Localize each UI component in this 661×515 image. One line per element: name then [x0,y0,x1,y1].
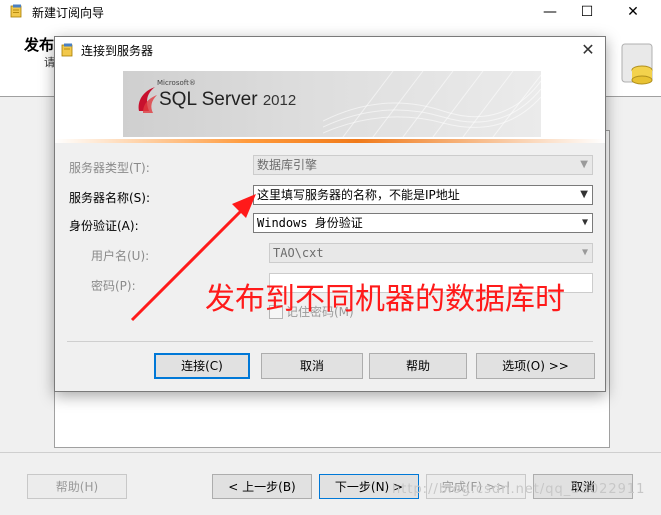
database-icon [621,43,653,85]
close-icon[interactable]: ✕ [611,0,655,24]
annotation-text: 发布到不同机器的数据库时 [205,282,565,317]
dialog-help-button[interactable]: 帮助 [369,353,467,379]
banner-graphic: Microsoft® SQL Server 2012 [123,71,541,137]
sql-server-logo-icon [138,87,157,113]
server-type-label: 服务器类型(T): [69,161,150,175]
auth-select[interactable]: Windows 身份验证 ▼ [253,213,593,233]
dialog-title: 连接到服务器 [81,44,154,58]
separator [67,341,593,342]
username-label: 用户名(U): [91,249,150,263]
chevron-down-icon[interactable]: ▼ [582,214,588,232]
server-type-select[interactable]: 数据库引擎 ▼ [253,155,593,175]
brand-name: SQL Server [159,89,258,110]
dialog-titlebar: 连接到服务器 ✕ [55,37,605,63]
server-type-value: 数据库引擎 [257,158,318,172]
wizard-titlebar: 新建订阅向导 — ☐ ✕ [0,0,661,24]
wizard-title: 新建订阅向导 [32,6,105,20]
maximize-icon[interactable]: ☐ [565,0,609,24]
wizard-app-icon [10,4,22,18]
chevron-down-icon[interactable]: ▼ [580,186,588,204]
wizard-help-button[interactable]: 帮助(H) [27,474,127,499]
sql-server-logo-text: SQL Server 2012 [159,89,296,111]
brand-year: 2012 [262,92,297,109]
close-icon[interactable]: ✕ [577,40,599,60]
server-name-field[interactable]: 这里填写服务器的名称，不能是IP地址 ▼ [253,185,593,205]
connect-button[interactable]: 连接(C) [154,353,250,379]
wizard-back-button[interactable]: < 上一步(B) [212,474,312,499]
password-label: 密码(P): [91,279,136,293]
microsoft-label: Microsoft® [157,79,196,87]
options-button[interactable]: 选项(O) >> [476,353,595,379]
banner-accent-bar [55,139,605,143]
auth-value: Windows 身份验证 [257,216,363,230]
connect-dialog: 连接到服务器 ✕ Microsoft® SQL Server 2012 服务器类… [54,36,606,392]
server-name-value: 这里填写服务器的名称，不能是IP地址 [257,188,460,202]
chevron-down-icon: ▼ [581,247,588,258]
server-name-label: 服务器名称(S): [69,191,151,205]
wizard-heading: 发布 [24,36,55,54]
username-field[interactable]: TAO\cxt ▼ [269,243,593,263]
dialog-cancel-button[interactable]: 取消 [261,353,363,379]
chevron-down-icon: ▼ [580,159,588,170]
auth-label: 身份验证(A): [69,219,139,233]
watermark: http://blog.csdn.net/qq_33022911 [392,482,646,497]
dialog-app-icon [61,43,73,57]
username-value: TAO\cxt [273,246,324,260]
sql-server-banner: Microsoft® SQL Server 2012 [55,63,605,143]
wave-graphic [323,71,541,137]
